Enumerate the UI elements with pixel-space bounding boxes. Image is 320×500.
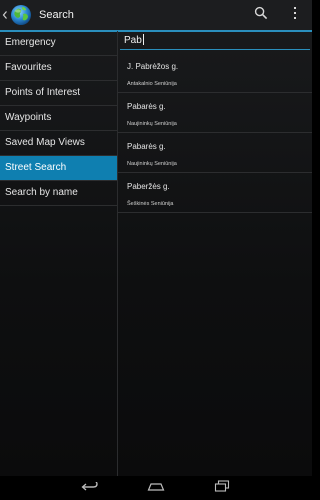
list-item[interactable]: Paberžės g. Šeškinės Seniūnija [118, 173, 312, 213]
back-icon [81, 479, 99, 497]
chevron-left-icon [2, 10, 8, 20]
sidebar-item-points-of-interest[interactable]: Points of Interest [0, 81, 117, 106]
recent-apps-button[interactable] [206, 476, 238, 500]
sidebar-item-waypoints[interactable]: Waypoints [0, 106, 117, 131]
sidebar-item-emergency[interactable]: Emergency [0, 31, 117, 56]
search-button[interactable] [248, 0, 274, 30]
result-area-name: Šeškinės Seniūnija [127, 201, 174, 207]
up-navigation[interactable] [0, 0, 32, 30]
street-search-input[interactable]: Pab [120, 31, 310, 50]
result-street-name: Pabarės g. [127, 142, 166, 151]
result-street-name: J. Pabrėžos g. [127, 62, 179, 71]
app-window: Search Emergency Favourites Points of In… [0, 0, 312, 476]
result-area-name: Naujininkų Seniūnija [127, 161, 177, 167]
recent-apps-icon [214, 479, 230, 497]
list-item[interactable]: Pabarės g. Naujininkų Seniūnija [118, 133, 312, 173]
result-area-name: Naujininkų Seniūnija [127, 121, 177, 127]
sidebar-item-street-search[interactable]: Street Search [0, 156, 117, 181]
search-icon [254, 6, 268, 25]
list-item[interactable]: Pabarės g. Naujininkų Seniūnija [118, 93, 312, 133]
action-bar: Search [0, 0, 312, 30]
results-pane: Pab J. Pabrėžos g. Antakalnio Seniūnija … [118, 31, 312, 476]
more-vertical-icon [293, 6, 297, 25]
back-button[interactable] [74, 476, 106, 500]
search-input-value: Pab [124, 35, 142, 46]
home-button[interactable] [140, 476, 172, 500]
list-item[interactable]: J. Pabrėžos g. Antakalnio Seniūnija [118, 53, 312, 93]
globe-icon [10, 4, 32, 26]
result-area-name: Antakalnio Seniūnija [127, 81, 177, 87]
sidebar-item-search-by-name[interactable]: Search by name [0, 181, 117, 206]
system-nav-bar [0, 476, 312, 500]
sidebar-item-favourites[interactable]: Favourites [0, 56, 117, 81]
result-street-name: Paberžės g. [127, 182, 170, 191]
overflow-menu-button[interactable] [282, 0, 308, 30]
home-icon [147, 479, 165, 497]
sidebar-menu: Emergency Favourites Points of Interest … [0, 31, 117, 206]
page-title: Search [39, 9, 74, 21]
result-street-name: Pabarės g. [127, 102, 166, 111]
sidebar-item-saved-map-views[interactable]: Saved Map Views [0, 131, 117, 156]
results-list: J. Pabrėžos g. Antakalnio Seniūnija Paba… [118, 53, 312, 213]
